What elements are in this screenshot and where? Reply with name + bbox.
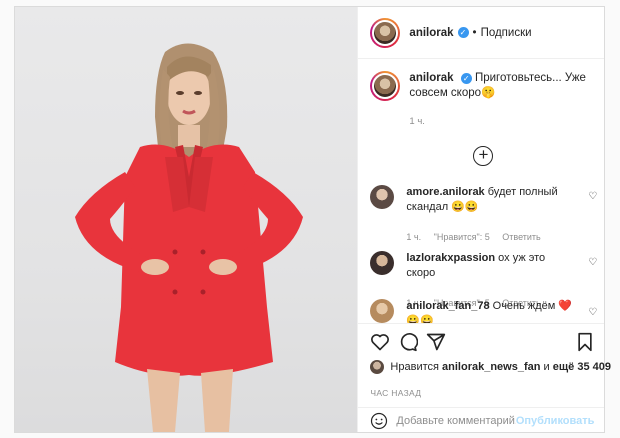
post-caption: anilorak ✓ Приготовьтесь... Уже совсем с… — [370, 71, 595, 129]
share-icon[interactable] — [426, 332, 446, 352]
plus-circle-icon[interactable]: + — [473, 146, 494, 166]
post-sidebar: anilorak ✓ • Подписки anilorak ✓ Пригото… — [358, 7, 611, 433]
likes-summary: Нравится anilorak_news_fan и ещё 35 409 — [370, 360, 611, 374]
heart-icon[interactable] — [370, 332, 390, 352]
posted-time[interactable]: ЧАС НАЗАД — [370, 388, 421, 398]
verified-icon: ✓ — [457, 27, 469, 38]
comment-username[interactable]: lazlorakxpassion — [406, 252, 495, 264]
follow-button[interactable]: Подписки — [481, 27, 532, 39]
commenter-avatar[interactable] — [370, 299, 395, 323]
bookmark-icon[interactable] — [575, 332, 595, 352]
post-actions: Нравится anilorak_news_fan и ещё 35 409 … — [358, 323, 611, 433]
commenter-avatar[interactable] — [370, 185, 395, 209]
publish-button[interactable]: Опубликовать — [516, 415, 595, 427]
comment-username[interactable]: anilorak_fan_78 — [406, 300, 489, 312]
heart-icon[interactable]: ♡ — [588, 307, 598, 318]
likes-and: и — [543, 361, 550, 373]
add-comment-bar: Добавьте комментарий... Опубликовать — [358, 407, 605, 433]
follow-separator: • — [472, 26, 477, 39]
comment-item: amore.anilorak будет полный скандал 😀😀 1… — [370, 185, 600, 245]
caption-username[interactable]: anilorak — [409, 72, 453, 84]
comment-icon[interactable] — [398, 332, 419, 352]
likes-count[interactable]: ещё 35 409 — [553, 361, 611, 373]
comment-likes[interactable]: "Нравится": 5 — [434, 232, 490, 242]
heart-icon[interactable]: ♡ — [588, 257, 598, 268]
liker-avatar[interactable] — [370, 360, 385, 374]
caption-time: 1 ч. — [409, 116, 425, 127]
heart-icon[interactable]: ♡ — [588, 191, 598, 202]
reply-button[interactable]: Ответить — [502, 232, 540, 242]
comment-time[interactable]: 1 ч. — [406, 232, 421, 242]
instagram-post: anilorak ✓ • Подписки anilorak ✓ Пригото… — [14, 6, 611, 433]
verified-icon: ✓ — [460, 73, 472, 84]
author-username[interactable]: anilorak — [409, 27, 453, 39]
comment-username[interactable]: amore.anilorak — [406, 186, 484, 198]
commenter-avatar[interactable] — [370, 251, 395, 275]
post-header: anilorak ✓ • Подписки — [358, 7, 604, 59]
smile-icon[interactable] — [370, 412, 388, 430]
caption-avatar[interactable] — [370, 71, 401, 101]
likes-prefix: Нравится — [390, 361, 439, 373]
author-avatar[interactable] — [370, 17, 401, 48]
comment-input[interactable]: Добавьте комментарий... — [396, 415, 515, 427]
post-photo[interactable] — [15, 7, 359, 432]
likes-user[interactable]: anilorak_news_fan — [442, 361, 540, 373]
photo-illustration — [75, 43, 303, 432]
